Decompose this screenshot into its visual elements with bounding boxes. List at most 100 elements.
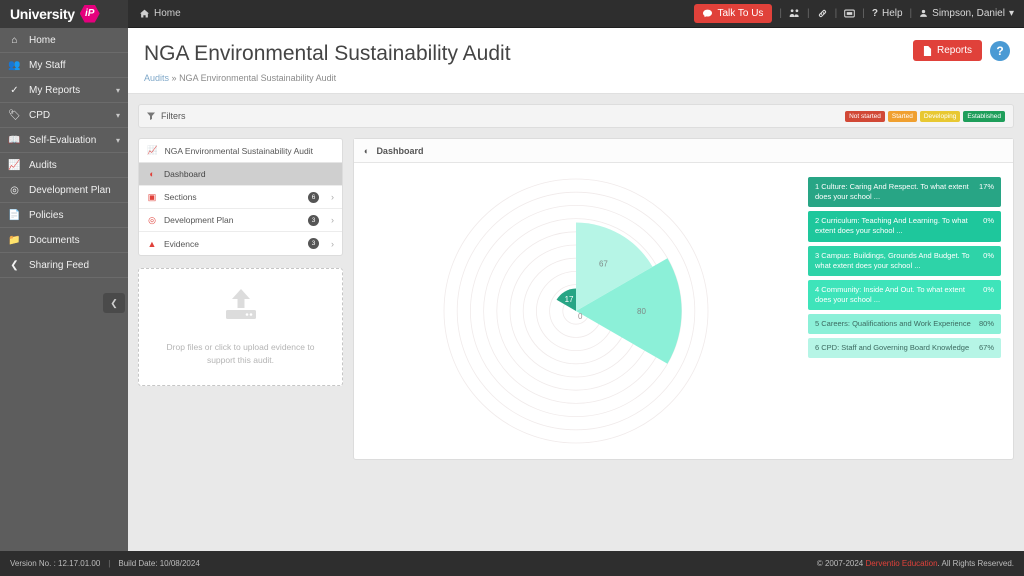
legend-item-label: 6 CPD: Staff and Governing Board Knowled…: [815, 343, 970, 353]
chevron-right-icon: ›: [331, 215, 334, 225]
sidebar-item-cpd[interactable]: 🏷 CPD ▾: [0, 103, 128, 128]
question-circle-icon: ?: [996, 43, 1004, 58]
breadcrumb: Audits » NGA Environmental Sustainabilit…: [144, 73, 1008, 83]
footer-company-link[interactable]: Derventio Education: [865, 559, 937, 568]
chevron-right-icon: ›: [331, 238, 334, 249]
legend-item[interactable]: 4 Community: Inside And Out. To what ext…: [808, 279, 1001, 310]
sidebar-item-policies[interactable]: 📄 Policies: [0, 203, 128, 228]
sidebar-collapse-toggle[interactable]: ❮: [103, 293, 125, 313]
reports-button-label: Reports: [936, 45, 972, 56]
sidebar-item-documents[interactable]: 📁 Documents: [0, 228, 128, 253]
talk-to-us-button[interactable]: Talk To Us: [694, 4, 773, 23]
dashboard-body: 17 80 67 0 1 Culture: Caring And Respect. T…: [354, 163, 1013, 459]
status-badge-started[interactable]: Started: [887, 110, 917, 122]
book-icon: 📖: [8, 134, 21, 146]
reports-button[interactable]: Reports: [912, 40, 982, 61]
topbar-home-label: Home: [154, 8, 181, 19]
sidebar-item-label: Sharing Feed: [29, 259, 90, 271]
filters-label: Filters: [161, 111, 186, 121]
dropzone-text: Drop files or click to upload evidence t…: [166, 341, 315, 365]
audit-menu-item-evidence[interactable]: ▲ Evidence 3 ›: [139, 232, 342, 255]
footer: Version No. : 12.17.01.00 | Build Date: …: [0, 551, 1024, 576]
document-icon: 📄: [8, 209, 21, 221]
audit-menu-card: 📈 NGA Environmental Sustainability Audit…: [138, 138, 343, 256]
audit-menu-item-dashboard[interactable]: ◐ Dashboard: [139, 163, 342, 186]
home-icon: ⌂: [11, 34, 18, 46]
legend-item[interactable]: 3 Campus: Buildings, Grounds And Budget.…: [808, 245, 1001, 276]
legend-item-value: 67%: [978, 343, 994, 353]
audit-menu-item-label: Sections: [164, 192, 197, 202]
filters-toggle[interactable]: Filters: [147, 111, 186, 121]
legend-item[interactable]: 1 Culture: Caring And Respect. To what e…: [808, 177, 1001, 208]
brand-name: University: [10, 5, 75, 22]
status-badge-established[interactable]: Established: [963, 110, 1005, 122]
breadcrumb-current: NGA Environmental Sustainability Audit: [179, 73, 337, 83]
sidebar-item-development-plan[interactable]: ◎ Development Plan: [0, 178, 128, 203]
help-link[interactable]: ? Help: [872, 8, 903, 19]
sidebar-item-my-staff[interactable]: 👥 My Staff: [0, 53, 128, 78]
sidebar-item-label: My Reports: [29, 84, 81, 96]
file-icon: [923, 45, 932, 56]
polar-sector-label: 80: [637, 307, 646, 316]
legend-item-value: 80%: [978, 319, 994, 328]
breadcrumb-separator: »: [171, 73, 177, 83]
audit-menu-header: 📈 NGA Environmental Sustainability Audit: [139, 139, 342, 163]
chart-line-icon: 📈: [147, 145, 158, 155]
evidence-dropzone[interactable]: Drop files or click to upload evidence t…: [138, 268, 343, 386]
footer-separator: |: [108, 559, 111, 568]
list-icon: ▣: [147, 191, 157, 202]
polar-chart: 17 80 67 0: [358, 171, 804, 451]
sidebar-item-self-evaluation[interactable]: 📖 Self-Evaluation ▾: [0, 128, 128, 153]
chevron-down-icon: ▾: [1008, 8, 1014, 19]
polar-center-label: 0: [578, 312, 583, 321]
main-content: NGA Environmental Sustainability Audit A…: [128, 28, 1024, 551]
sidebar-item-home[interactable]: ⌂ Home: [0, 28, 128, 53]
legend-item-value: 0%: [983, 284, 994, 294]
sidebar-item-audits[interactable]: 📈 Audits: [0, 153, 128, 178]
hexagon-logo-icon: iP: [79, 4, 100, 23]
user-menu[interactable]: Simpson, Daniel ▾: [919, 8, 1014, 19]
sidebar-item-label: Self-Evaluation: [29, 134, 97, 146]
funnel-icon: [147, 112, 155, 120]
sidebar: ⌂ Home 👥 My Staff ✓ My Reports ▾ 🏷 CPD ▾…: [0, 28, 128, 551]
brand-logo[interactable]: University iP: [0, 0, 128, 28]
sidebar-item-my-reports[interactable]: ✓ My Reports ▾: [0, 78, 128, 103]
topbar-separator-2: |: [807, 8, 810, 19]
target-icon: ◎: [148, 214, 156, 225]
brand-badge-text: iP: [84, 8, 95, 19]
pie-chart-icon: ◐: [149, 169, 155, 179]
audit-menu-item-label: Evidence: [164, 238, 199, 249]
users-group-icon[interactable]: [789, 8, 800, 19]
inbox-icon[interactable]: [844, 8, 856, 19]
status-badge-not-started[interactable]: Not started: [845, 110, 885, 122]
sidebar-item-label: Documents: [29, 234, 80, 246]
audit-menu-header-label: NGA Environmental Sustainability Audit: [164, 145, 313, 156]
top-bar: University iP Home Talk To Us | | | | ? …: [0, 0, 1024, 28]
topbar-home-link[interactable]: Home: [140, 8, 181, 19]
user-icon: [920, 9, 928, 17]
audit-menu-item-label: Development Plan: [164, 215, 234, 225]
filters-bar[interactable]: Filters Not started Started Developing E…: [138, 104, 1014, 128]
audit-menu-item-sections[interactable]: ▣ Sections 6 ›: [139, 186, 342, 209]
topbar-actions: Talk To Us | | | | ? Help | Simpson, Dan…: [694, 4, 1024, 23]
audit-menu-item-development-plan[interactable]: ◎ Development Plan 3 ›: [139, 209, 342, 232]
legend-item[interactable]: 6 CPD: Staff and Governing Board Knowled…: [808, 338, 1001, 359]
chevron-down-icon: ▾: [115, 110, 120, 120]
status-badge-developing[interactable]: Developing: [919, 110, 961, 122]
link-icon[interactable]: [817, 8, 828, 19]
legend-item-value: 0%: [983, 216, 994, 226]
target-icon: ◎: [10, 184, 19, 196]
upload-icon: ▲: [147, 238, 157, 249]
topbar-separator-3: |: [834, 8, 838, 19]
polar-sector-label: 17: [565, 295, 574, 304]
sidebar-item-sharing-feed[interactable]: ❮ Sharing Feed: [0, 253, 128, 278]
legend-item-label: 1 Culture: Caring And Respect. To what e…: [815, 182, 969, 202]
sidebar-item-label: Development Plan: [29, 184, 111, 196]
breadcrumb-audits-link[interactable]: Audits: [144, 73, 169, 83]
help-circle-button[interactable]: ?: [990, 40, 1010, 61]
sidebar-item-label: Audits: [29, 159, 57, 171]
legend-item[interactable]: 2 Curriculum: Teaching And Learning. To …: [808, 211, 1001, 242]
legend-item[interactable]: 5 Careers: Qualifications and Work Exper…: [808, 314, 1001, 335]
topbar-separator-4: |: [862, 8, 865, 19]
polar-area-chart-svg[interactable]: 17 80 67 0: [401, 166, 761, 456]
